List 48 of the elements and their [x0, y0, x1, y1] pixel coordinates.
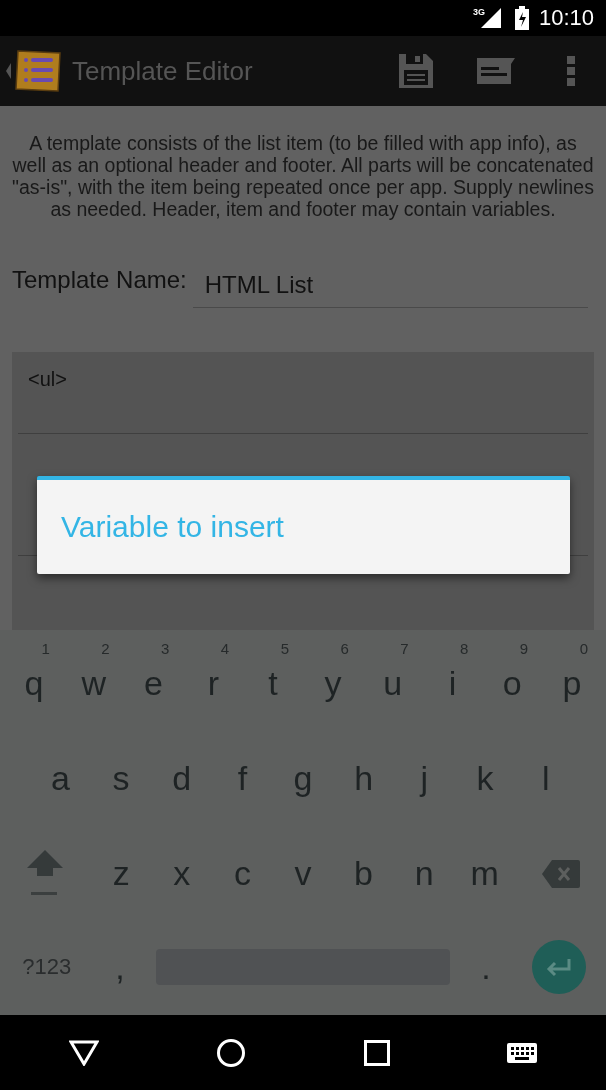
keyboard-key[interactable]: b	[354, 854, 374, 893]
description-text: A template consists of the list item (to be filled with app info), as well as an optional header and footer. All parts will be concatenated "as-is", with the item being repeated once per app. Supply newlines as needed. Header, item and footer may contain variables.	[12, 132, 594, 220]
keyboard-key[interactable]: n	[414, 854, 434, 893]
keyboard-key[interactable]: c	[233, 854, 251, 893]
keyboard-key[interactable]: v	[294, 854, 312, 893]
template-name-field[interactable]: HTML List	[192, 271, 588, 308]
recents-icon[interactable]	[363, 1039, 390, 1066]
keyboard-key[interactable]: i	[448, 664, 457, 703]
save-icon[interactable]	[399, 54, 433, 88]
backspace-icon[interactable]	[541, 859, 580, 888]
keyboard-key[interactable]: u	[383, 664, 403, 703]
keyboard-icon[interactable]	[507, 1042, 538, 1063]
keyboard-key[interactable]: o	[502, 664, 522, 703]
keyboard-key[interactable]: w	[81, 664, 106, 703]
keyboard-key[interactable]: g	[293, 759, 313, 798]
template-name-label: Template Name:	[12, 266, 187, 295]
template-text-field[interactable]: <ul>	[18, 352, 588, 434]
keyboard-key[interactable]: j	[420, 759, 429, 798]
keyboard-key[interactable]: r	[207, 664, 219, 703]
dialog-title: Variable to insert	[61, 510, 284, 544]
enter-key[interactable]	[532, 940, 587, 994]
keyboard-key[interactable]: .	[481, 947, 491, 987]
more-icon[interactable]	[567, 56, 575, 86]
keyboard-key[interactable]: t	[268, 664, 278, 703]
keyboard-key[interactable]: e	[144, 664, 163, 703]
keyboard-key[interactable]: z	[112, 854, 130, 893]
battery-icon	[514, 6, 529, 30]
enter-icon	[545, 957, 574, 977]
back-icon[interactable]	[68, 1039, 99, 1066]
keyboard-key[interactable]: f	[237, 759, 248, 798]
keyboard-key[interactable]: a	[50, 759, 70, 798]
keyboard-key[interactable]: s	[112, 759, 130, 798]
keyboard-key[interactable]: ,	[115, 947, 125, 987]
keyboard-key[interactable]: q	[24, 664, 44, 703]
keyboard-key[interactable]: l	[541, 759, 550, 798]
home-icon[interactable]	[216, 1037, 247, 1068]
clock: 10:10	[538, 5, 594, 31]
keyboard-key[interactable]: h	[354, 759, 374, 798]
list-logo-icon[interactable]	[4, 48, 64, 94]
app-title: Template Editor	[72, 55, 254, 87]
keyboard-key[interactable]: d	[172, 759, 192, 798]
key-hint: 9	[519, 640, 529, 657]
keyboard-key[interactable]: m	[470, 854, 499, 893]
label-icon[interactable]	[477, 58, 515, 84]
keyboard-key[interactable]: x	[173, 854, 191, 893]
keyboard-key[interactable]: y	[324, 664, 342, 703]
keyboard-key[interactable]: k	[476, 759, 494, 798]
keyboard-key[interactable]: p	[562, 664, 582, 703]
